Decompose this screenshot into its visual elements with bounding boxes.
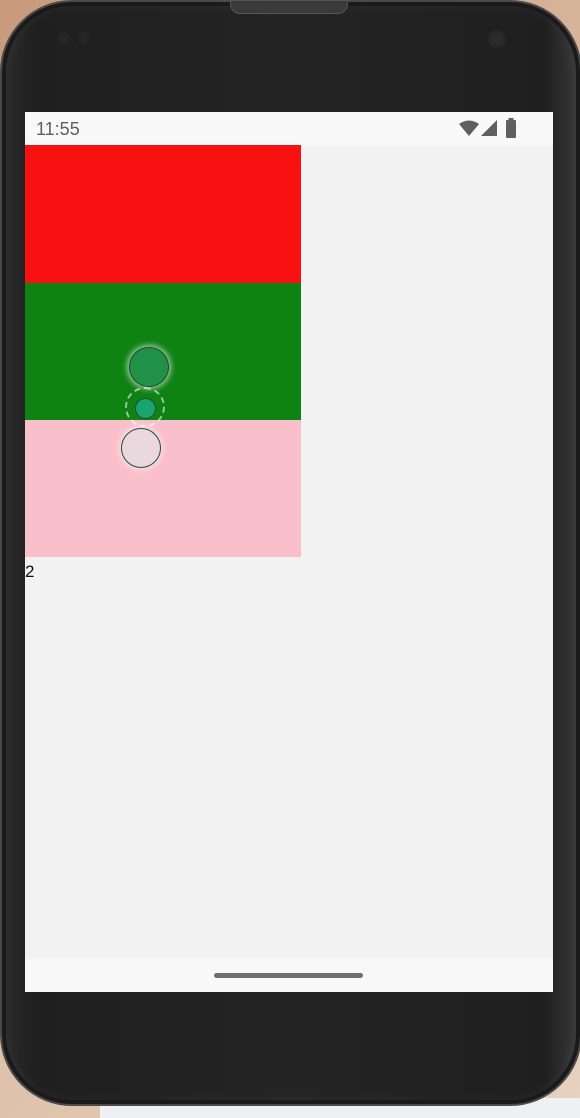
navigation-bar [25, 959, 553, 992]
pink-block[interactable] [25, 420, 301, 557]
battery-icon [506, 118, 516, 138]
device-screen: 11:55 2 [25, 112, 553, 992]
status-time: 11:55 [36, 119, 80, 139]
counter-text: 2 [25, 562, 35, 581]
front-camera [486, 28, 508, 50]
light-sensor [78, 32, 90, 44]
touch-point-icon [135, 398, 156, 419]
phone-frame: 11:55 2 [0, 0, 580, 1106]
status-bar: 11:55 [25, 112, 553, 145]
red-block[interactable] [25, 145, 301, 283]
earpiece-speaker [230, 0, 348, 14]
touch-indicator-icon [129, 347, 169, 387]
wifi-icon [459, 120, 479, 136]
app-content: 2 [25, 145, 553, 959]
touch-indicator-icon [121, 428, 161, 468]
proximity-sensor [58, 32, 70, 44]
signal-icon [481, 120, 497, 136]
home-indicator[interactable] [214, 973, 363, 978]
